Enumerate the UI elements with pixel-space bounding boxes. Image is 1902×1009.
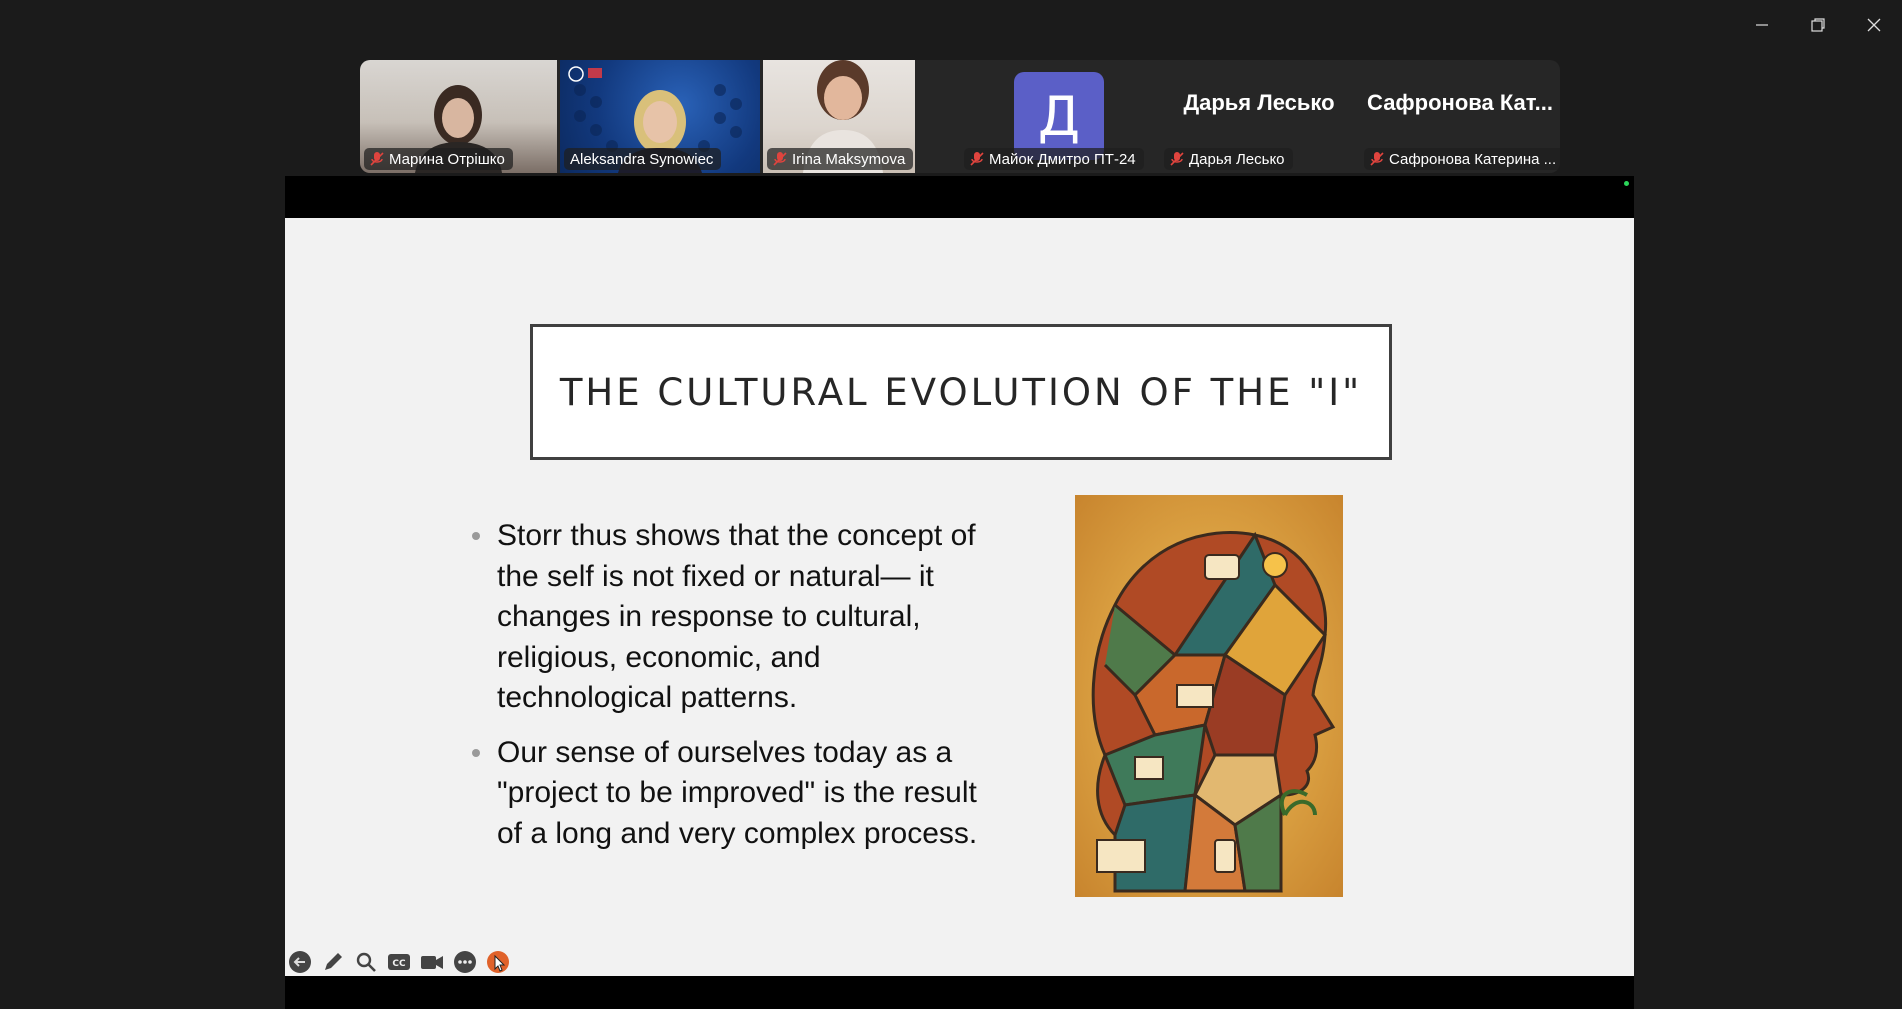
- muted-mic-icon: [1170, 152, 1184, 166]
- bullet-dot-icon: [472, 532, 480, 540]
- svg-text:CC: CC: [392, 959, 406, 969]
- pen-icon[interactable]: [320, 950, 345, 974]
- participant-name: Aleksandra Synowiec: [570, 150, 714, 168]
- participant-name: Марина Отрішко: [389, 150, 505, 168]
- participant-name: Сафронова Катерина ...: [1389, 150, 1557, 168]
- slide-bullet: Our sense of ourselves today as a "proje…: [470, 733, 990, 855]
- minimize-icon[interactable]: [1734, 0, 1790, 50]
- window-controls: [1734, 0, 1902, 50]
- slide-title: THE CULTURAL EVOLUTION OF THE "I": [559, 370, 1363, 414]
- participant-name-label: Дарья Лесько: [1164, 148, 1293, 170]
- zoom-icon[interactable]: [353, 950, 378, 974]
- video-camera-icon[interactable]: [419, 950, 444, 974]
- screen-share-top-bar: [285, 176, 1634, 218]
- restore-icon[interactable]: [1790, 0, 1846, 50]
- participant-tile[interactable]: Д Майок Дмитро ПТ-24: [960, 60, 1158, 173]
- slide-title-box: THE CULTURAL EVOLUTION OF THE "I": [530, 324, 1392, 460]
- participant-tile[interactable]: Сафронова Кат... Сафронова Катерина ...: [1360, 60, 1560, 173]
- back-arrow-icon[interactable]: [287, 950, 312, 974]
- participant-name-label: Сафронова Катерина ...: [1364, 148, 1560, 170]
- slide-toolbar: CC: [287, 950, 510, 974]
- participant-tile[interactable]: Дарья Лесько Дарья Лесько: [1160, 60, 1358, 173]
- screen-share-bottom-bar: [285, 976, 1634, 1009]
- participant-display-name: Сафронова Кат...: [1367, 90, 1553, 115]
- participant-name-label: Майок Дмитро ПТ-24: [964, 148, 1144, 170]
- slide-bullet-list: Storr thus shows that the concept of the…: [470, 516, 990, 868]
- participant-display-name: Дарья Лесько: [1183, 90, 1335, 115]
- participant-name: Irina Maksymova: [792, 150, 906, 168]
- head-mosaic-illustration: [1075, 495, 1343, 897]
- participant-name-label: Марина Отрішко: [364, 148, 513, 170]
- participant-name-label: Irina Maksymova: [767, 148, 914, 170]
- participant-name: Дарья Лесько: [1189, 150, 1285, 168]
- participant-name-label: Aleksandra Synowiec: [564, 148, 722, 170]
- muted-mic-icon: [1370, 152, 1384, 166]
- bullet-dot-icon: [472, 748, 480, 757]
- participant-tile-active[interactable]: Aleksandra Synowiec: [560, 60, 760, 173]
- muted-mic-icon: [773, 152, 787, 166]
- sharing-indicator: [1624, 181, 1629, 186]
- close-icon[interactable]: [1846, 0, 1902, 50]
- muted-mic-icon: [370, 152, 384, 166]
- participant-name: Майок Дмитро ПТ-24: [989, 150, 1136, 168]
- participant-tile[interactable]: Irina Maksymova: [763, 60, 915, 173]
- captions-icon[interactable]: CC: [386, 950, 411, 974]
- slide-bullet: Storr thus shows that the concept of the…: [470, 516, 990, 719]
- participant-strip: Марина Отрішко Aleksandra Synowiec Irina…: [360, 60, 1560, 173]
- pointer-icon[interactable]: [485, 950, 510, 974]
- slide-bullet-text: Storr thus shows that the concept of the…: [497, 519, 976, 714]
- participant-tile[interactable]: Марина Отрішко: [360, 60, 557, 173]
- more-icon[interactable]: [452, 950, 477, 974]
- slide-bullet-text: Our sense of ourselves today as a "proje…: [497, 735, 978, 850]
- participant-avatar: Д: [1014, 72, 1104, 160]
- presentation-slide: THE CULTURAL EVOLUTION OF THE "I" Storr …: [285, 218, 1634, 976]
- muted-mic-icon: [970, 152, 984, 166]
